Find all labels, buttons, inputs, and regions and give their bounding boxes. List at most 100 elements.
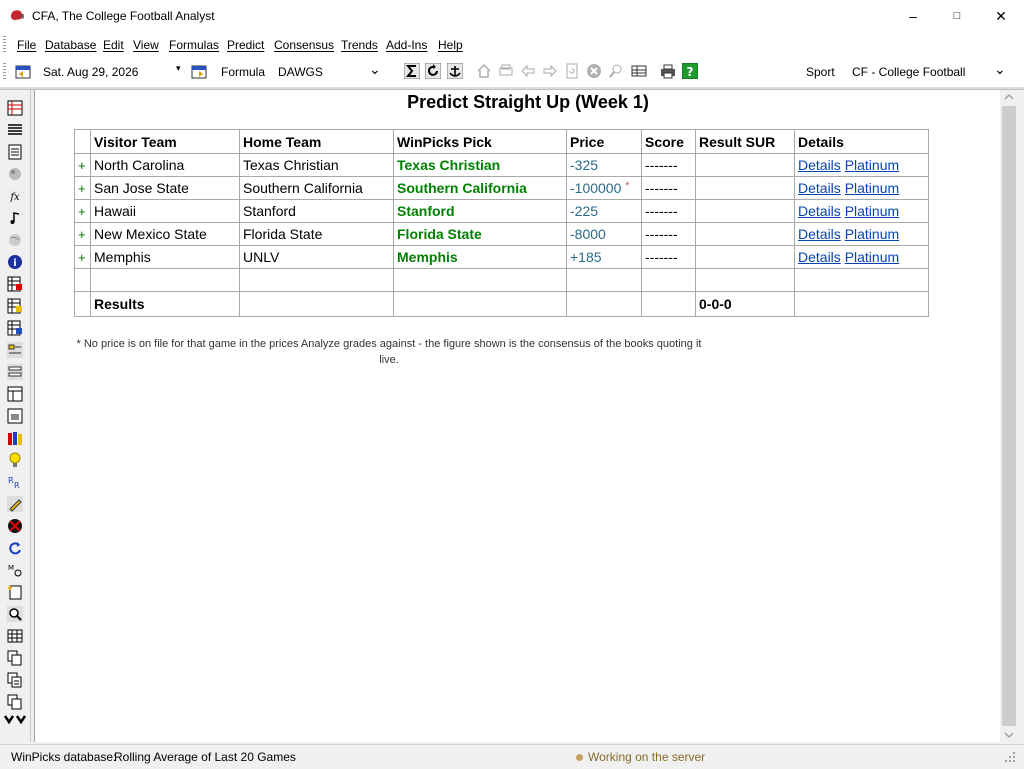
formula-chevron-down-icon[interactable]: ⌄ — [369, 61, 381, 78]
details-link[interactable]: Details — [798, 157, 841, 173]
help-icon[interactable]: ? — [682, 63, 698, 79]
forward-arrow-icon[interactable] — [542, 63, 558, 79]
maximize-button[interactable]: □ — [935, 0, 979, 32]
empty-cell — [641, 268, 696, 292]
copy-icon[interactable] — [7, 650, 23, 666]
scroll-thumb[interactable] — [1002, 106, 1016, 726]
platinum-link[interactable]: Platinum — [845, 180, 899, 196]
winpicks-pick: Memphis — [393, 245, 567, 269]
spreadsheet-blue-icon[interactable] — [7, 320, 23, 336]
price: -325 — [566, 153, 642, 177]
expand-button[interactable]: + — [74, 222, 91, 246]
copy-small-icon[interactable] — [7, 694, 23, 710]
menu-grip — [3, 36, 6, 53]
date-field[interactable]: Sat. Aug 29, 2026 — [43, 65, 138, 79]
reload-page-icon[interactable] — [564, 63, 580, 79]
chevron-down-double-icon[interactable] — [3, 712, 27, 728]
magnify-list-icon[interactable]: M — [7, 562, 23, 578]
close-button[interactable]: ✕ — [979, 0, 1023, 32]
header-visitor-team: Visitor Team — [90, 129, 240, 154]
database-label: WinPicks database: — [11, 750, 117, 764]
minimize-button[interactable]: – — [891, 0, 935, 32]
platinum-link[interactable]: Platinum — [845, 249, 899, 265]
zoom-icon[interactable] — [7, 606, 23, 622]
calendar-prev-icon[interactable] — [15, 63, 31, 79]
menu-view[interactable]: View — [133, 38, 159, 52]
ratings-icon[interactable]: RR — [7, 474, 23, 490]
edit-tag-icon[interactable] — [7, 496, 23, 512]
table-icon[interactable] — [631, 63, 647, 79]
menu-add-ins[interactable]: Add-Ins — [386, 38, 427, 52]
menu-trends[interactable]: Trends — [341, 38, 378, 52]
menu-database[interactable]: Database — [45, 38, 96, 52]
expand-button[interactable]: + — [74, 245, 91, 269]
menu-edit[interactable]: Edit — [103, 38, 124, 52]
grid-icon[interactable] — [7, 100, 23, 116]
menu-formulas[interactable]: Formulas — [169, 38, 219, 52]
sport-select[interactable]: CF - College Football — [852, 65, 965, 79]
results-label: Results — [90, 291, 240, 317]
find-icon[interactable] — [608, 63, 624, 79]
price: -225 — [566, 199, 642, 223]
result-sur — [695, 153, 795, 177]
scroll-down-icon[interactable] — [1003, 730, 1015, 740]
expand-button[interactable]: + — [74, 153, 91, 177]
visitor-team: New Mexico State — [90, 222, 240, 246]
refresh-icon[interactable] — [425, 63, 441, 79]
home-icon[interactable] — [476, 63, 492, 79]
function-icon[interactable]: fx — [7, 188, 23, 204]
menu-file[interactable]: File — [17, 38, 36, 52]
document-icon[interactable] — [7, 144, 23, 160]
table-header-row: Visitor Team Home Team WinPicks Pick Pri… — [74, 129, 929, 154]
expand-button[interactable]: + — [74, 199, 91, 223]
info-icon[interactable]: i — [7, 254, 23, 270]
empty-cell — [239, 268, 394, 292]
layout-icon[interactable] — [7, 386, 23, 402]
printer-icon[interactable] — [660, 63, 676, 79]
spreadsheet-red-icon[interactable] — [7, 276, 23, 292]
formula-select[interactable]: DAWGS — [278, 65, 323, 79]
platinum-link[interactable]: Platinum — [845, 203, 899, 219]
platinum-link[interactable]: Platinum — [845, 157, 899, 173]
empty-row — [74, 268, 929, 292]
result-sur — [695, 176, 795, 200]
new-document-icon[interactable] — [7, 584, 23, 600]
copy-alt-icon[interactable] — [7, 672, 23, 688]
spreadsheet-yellow-icon[interactable] — [7, 298, 23, 314]
menu-predict[interactable]: Predict — [227, 38, 264, 52]
menu-help[interactable]: Help — [438, 38, 463, 52]
empty-cell — [794, 268, 929, 292]
globe-icon[interactable] — [7, 166, 23, 182]
details-link[interactable]: Details — [798, 249, 841, 265]
print-preview-icon[interactable] — [498, 63, 514, 79]
details-link[interactable]: Details — [798, 226, 841, 242]
lightbulb-icon[interactable] — [7, 452, 23, 468]
rows-icon[interactable] — [7, 364, 23, 380]
books-icon[interactable] — [7, 430, 23, 446]
anchor-icon[interactable] — [447, 63, 463, 79]
visitor-team: North Carolina — [90, 153, 240, 177]
menu-consensus[interactable]: Consensus — [274, 38, 334, 52]
calculator-icon[interactable] — [7, 628, 23, 644]
resize-grip-icon[interactable] — [1004, 751, 1016, 763]
scroll-up-icon[interactable] — [1003, 92, 1015, 102]
toolbar-grip — [3, 63, 6, 80]
stop-icon[interactable] — [586, 63, 602, 79]
vertical-scrollbar[interactable] — [1000, 90, 1018, 742]
list-icon[interactable] — [7, 122, 23, 138]
window-icon[interactable] — [7, 408, 23, 424]
date-dropdown-icon[interactable]: ▾ — [176, 63, 181, 74]
back-arrow-icon[interactable] — [520, 63, 536, 79]
platinum-link[interactable]: Platinum — [845, 226, 899, 242]
sport-chevron-down-icon[interactable]: ⌄ — [994, 61, 1006, 78]
wheel-icon[interactable] — [7, 518, 23, 534]
world-icon[interactable] — [7, 232, 23, 248]
details-link[interactable]: Details — [798, 180, 841, 196]
details-link[interactable]: Details — [798, 203, 841, 219]
calendar-next-icon[interactable] — [191, 63, 207, 79]
sum-icon[interactable] — [404, 63, 420, 79]
music-note-icon[interactable] — [7, 210, 23, 226]
expand-button[interactable]: + — [74, 176, 91, 200]
cycle-icon[interactable] — [7, 540, 23, 556]
settings-list-icon[interactable] — [7, 342, 23, 358]
